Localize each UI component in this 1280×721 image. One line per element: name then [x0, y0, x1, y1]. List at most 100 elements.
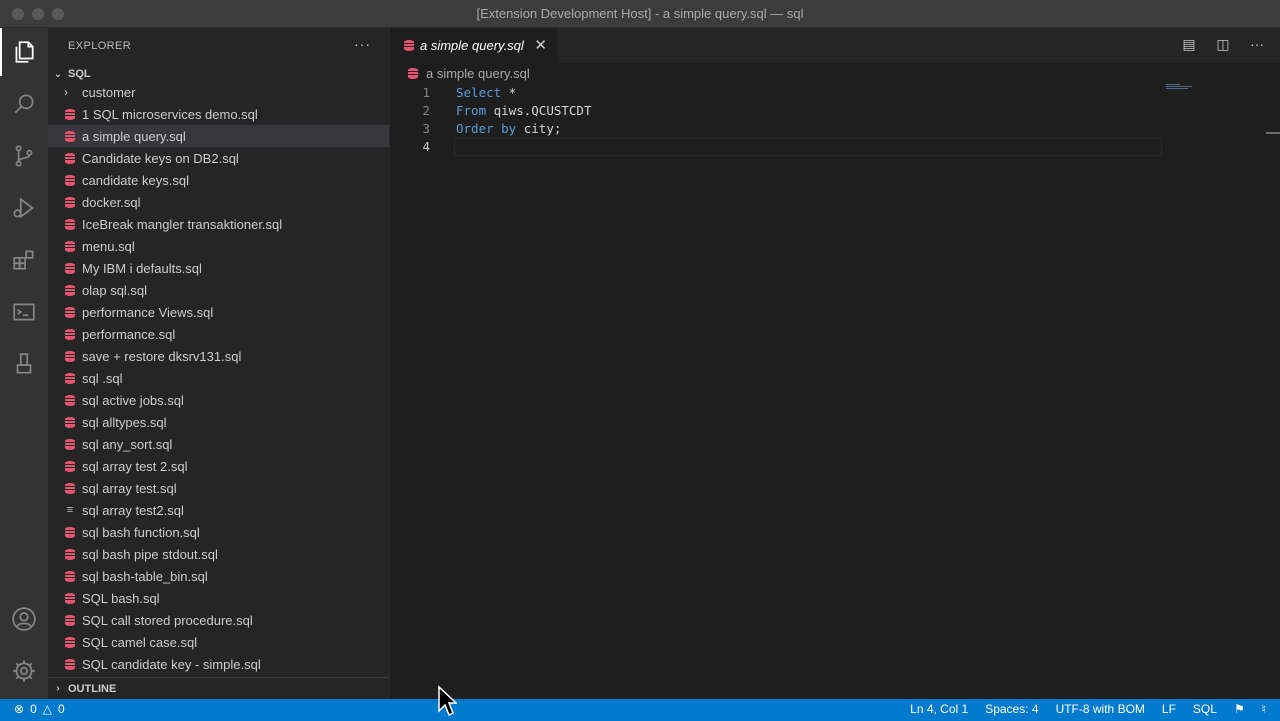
file-item[interactable]: candidate keys.sql: [48, 169, 389, 191]
end-of-line[interactable]: LF: [1162, 702, 1176, 716]
database-icon: [62, 394, 78, 406]
database-icon: [62, 658, 78, 670]
source-control-icon[interactable]: [0, 132, 48, 180]
file-label: IceBreak mangler transaktioner.sql: [82, 216, 283, 232]
database-icon: [62, 284, 78, 296]
file-item[interactable]: SQL candidate key - simple.sql: [48, 653, 389, 675]
file-item[interactable]: ≡ sql array test2.sql: [48, 499, 389, 521]
file-item[interactable]: performance.sql: [48, 323, 389, 345]
run-debug-icon[interactable]: [0, 184, 48, 232]
close-icon[interactable]: ✕: [534, 36, 547, 54]
file-label: sql .sql: [82, 370, 123, 386]
text-lines-icon: ≡: [66, 504, 74, 516]
file-item[interactable]: sql bash-table_bin.sql: [48, 565, 389, 587]
database-icon: [62, 196, 78, 208]
explorer-header: EXPLORER: [68, 39, 132, 52]
file-item[interactable]: 1 SQL microservices demo.sql: [48, 103, 389, 125]
accounts-icon[interactable]: [0, 595, 48, 643]
file-item[interactable]: menu.sql: [48, 235, 389, 257]
line-text: Select *: [456, 84, 516, 102]
scrollbar-cursor-marker: [1266, 132, 1280, 134]
breadcrumb[interactable]: a simple query.sql: [408, 66, 530, 81]
file-item[interactable]: sql any_sort.sql: [48, 433, 389, 455]
database-icon: [62, 218, 78, 230]
folder-customer[interactable]: › customer: [48, 81, 389, 103]
file-item[interactable]: sql bash function.sql: [48, 521, 389, 543]
file-label: candidate keys.sql: [82, 172, 189, 188]
code-line: 2 From qiws.QCUSTCDT: [390, 102, 1165, 120]
database-icon: [62, 636, 78, 648]
file-item[interactable]: sql array test 2.sql: [48, 455, 389, 477]
code-editor[interactable]: 1 Select * 2 From qiws.QCUSTCDT 3 Order by ci…: [390, 84, 1165, 156]
file-item[interactable]: SQL camel case.sql: [48, 631, 389, 653]
window-title: [Extension Development Host] - a simple …: [476, 6, 804, 21]
encoding[interactable]: UTF-8 with BOM: [1056, 702, 1145, 716]
database-icon: [62, 372, 78, 384]
title-bar: [Extension Development Host] - a simple …: [0, 0, 1280, 28]
explorer-icon[interactable]: [0, 28, 48, 76]
tab-a-simple-query[interactable]: a simple query.sql ✕: [390, 28, 557, 63]
sql-text: city;: [516, 121, 562, 136]
file-item[interactable]: IceBreak mangler transaktioner.sql: [48, 213, 389, 235]
more-actions-icon[interactable]: ···: [354, 36, 371, 52]
split-editor-icon[interactable]: ◫: [1213, 36, 1233, 53]
file-item[interactable]: sql array test.sql: [48, 477, 389, 499]
sql-keyword: Order by: [456, 121, 517, 136]
file-item[interactable]: olap sql.sql: [48, 279, 389, 301]
file-item[interactable]: sql active jobs.sql: [48, 389, 389, 411]
settings-gear-icon[interactable]: [0, 647, 48, 695]
file-label: SQL candidate key - simple.sql: [82, 656, 261, 672]
database-icon: [62, 350, 78, 362]
file-label: sql any_sort.sql: [82, 436, 173, 452]
extensions-icon[interactable]: [0, 236, 48, 284]
file-item[interactable]: a simple query.sql: [48, 125, 389, 147]
file-tree: › customer 1 SQL microservices demo.sql a…: [48, 85, 389, 675]
file-label: sql array test 2.sql: [82, 458, 188, 474]
file-label: sql array test2.sql: [82, 502, 184, 518]
testing-icon[interactable]: [0, 340, 48, 388]
database-icon: [62, 108, 78, 120]
file-label: olap sql.sql: [82, 282, 148, 298]
file-item[interactable]: Candidate keys on DB2.sql: [48, 147, 389, 169]
database-icon: [62, 570, 78, 582]
database-icon: [62, 328, 78, 340]
file-item[interactable]: sql .sql: [48, 367, 389, 389]
error-count: 0: [30, 702, 37, 716]
file-label: My IBM i defaults.sql: [82, 260, 202, 276]
file-label: SQL bash.sql: [82, 590, 160, 606]
open-preview-icon[interactable]: ▤: [1179, 36, 1199, 53]
line-number: 1: [422, 85, 430, 100]
file-label: a simple query.sql: [82, 128, 186, 144]
search-icon[interactable]: [0, 80, 48, 128]
file-item[interactable]: My IBM i defaults.sql: [48, 257, 389, 279]
outline-section-header[interactable]: › OUTLINE: [48, 677, 389, 699]
indentation[interactable]: Spaces: 4: [985, 702, 1038, 716]
cursor-position[interactable]: Ln 4, Col 1: [910, 702, 968, 716]
feedback-icon[interactable]: ⚑: [1234, 702, 1245, 716]
code-line: 4: [390, 138, 1165, 156]
file-item[interactable]: save + restore dksrv131.sql: [48, 345, 389, 367]
database-icon: [62, 262, 78, 274]
file-item[interactable]: sql alltypes.sql: [48, 411, 389, 433]
file-item[interactable]: docker.sql: [48, 191, 389, 213]
terminal-icon[interactable]: [0, 288, 48, 336]
more-actions-icon[interactable]: ···: [1247, 36, 1267, 53]
tab-label: a simple query.sql: [420, 38, 524, 53]
database-icon: [62, 614, 78, 626]
sql-keyword: Select: [456, 85, 502, 100]
file-label: SQL call stored procedure.sql: [82, 612, 253, 628]
database-icon: [62, 174, 78, 186]
minimap[interactable]: [1166, 84, 1266, 96]
database-icon: [62, 548, 78, 560]
tab-bar: a simple query.sql ✕ ▤ ◫ ···: [390, 28, 1280, 63]
file-item[interactable]: SQL bash.sql: [48, 587, 389, 609]
notifications-bell-icon[interactable]: ♮: [1262, 702, 1266, 716]
file-item[interactable]: SQL call stored procedure.sql: [48, 609, 389, 631]
chevron-right-icon: ›: [56, 683, 60, 694]
language-mode[interactable]: SQL: [1193, 702, 1217, 716]
breadcrumb-file: a simple query.sql: [426, 66, 530, 81]
file-item[interactable]: sql bash pipe stdout.sql: [48, 543, 389, 565]
problems-indicator[interactable]: ⊗ 0 △ 0: [14, 702, 65, 716]
sql-text: *: [501, 85, 517, 100]
file-item[interactable]: performance Views.sql: [48, 301, 389, 323]
